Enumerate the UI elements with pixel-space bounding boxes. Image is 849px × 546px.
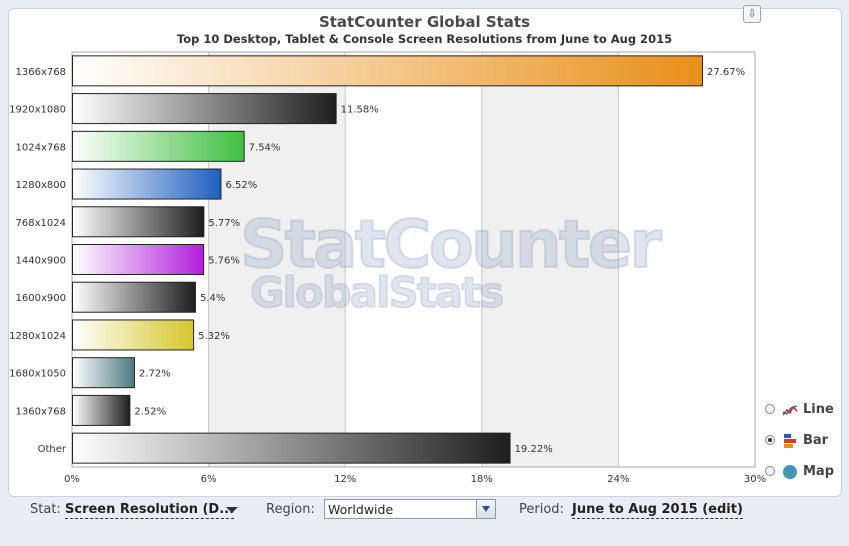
region-chevron-down-icon[interactable] (476, 500, 495, 518)
bar[interactable] (72, 357, 135, 389)
bar[interactable] (72, 55, 703, 87)
stat-dropdown[interactable]: Screen Resolution (D... (65, 502, 235, 519)
region-select[interactable]: Worldwide (324, 499, 496, 519)
period-edit-link[interactable]: June to Aug 2015 (edit) (572, 502, 743, 519)
bar-value-label: 5.76% (208, 256, 240, 267)
globe-icon (783, 465, 797, 479)
bar[interactable] (72, 319, 195, 351)
bar-value-label: 19.22% (515, 444, 553, 455)
y-category-label: 768x1024 (16, 218, 66, 229)
bar-radio[interactable] (765, 435, 775, 445)
x-tick-label: 24% (607, 474, 629, 485)
line-option-label: Line (803, 402, 834, 417)
region-value: Worldwide (328, 502, 394, 517)
bar[interactable] (72, 394, 131, 426)
bar-value-label: 7.54% (249, 142, 281, 153)
stat-label: Stat: (30, 502, 61, 517)
bar-value-label: 6.52% (225, 180, 257, 191)
y-category-label: 1366x768 (16, 67, 66, 78)
x-tick-label: 6% (201, 474, 217, 485)
x-tick-label: 0% (64, 474, 80, 485)
y-category-label: 1360x768 (16, 406, 66, 417)
y-category-label: 1680x1050 (9, 369, 66, 380)
bar-value-label: 5.77% (208, 218, 240, 229)
bar-chart: 0% 6% 12% 18% 24% 30% 1366x768 27.67% 1920x1080 1… (9, 51, 766, 485)
y-category-label: 1440x900 (16, 256, 66, 267)
stats-frame: StatCounter Global Stats Top 10 Desktop,… (0, 0, 849, 546)
bar-value-label: 5.4% (200, 293, 225, 304)
bar-option-label: Bar (803, 433, 829, 448)
bar-value-label: 5.32% (198, 331, 230, 342)
bar[interactable] (72, 206, 205, 238)
y-category-label: 1280x800 (16, 180, 66, 191)
x-tick-label: 12% (334, 474, 356, 485)
y-category-label: 1280x1024 (9, 331, 66, 342)
y-category-label: 1600x900 (16, 293, 66, 304)
x-tick-label: 30% (744, 474, 766, 485)
y-category-label: Other (38, 444, 67, 455)
bar-chart-icon (784, 434, 796, 448)
stat-chevron-down-icon[interactable] (226, 507, 238, 513)
bar[interactable] (72, 281, 196, 313)
map-option-label: Map (803, 464, 835, 479)
bar[interactable] (72, 168, 222, 200)
line-radio[interactable] (765, 404, 775, 414)
bar[interactable] (72, 93, 337, 125)
controls-bar: Stat: Screen Resolution (D... Region: Wo… (8, 496, 840, 526)
bar[interactable] (72, 432, 511, 464)
line-chart-icon (782, 405, 798, 416)
bar[interactable] (72, 130, 245, 162)
bar-value-label: 11.58% (341, 105, 379, 116)
bar-value-label: 27.67% (707, 67, 745, 78)
y-category-label: 1920x1080 (9, 105, 66, 116)
period-label: Period: (519, 502, 564, 517)
bar[interactable] (72, 244, 205, 275)
x-tick-label: 18% (471, 474, 493, 485)
bar-value-label: 2.52% (134, 406, 166, 417)
bar-value-label: 2.72% (139, 369, 171, 380)
y-category-label: 1024x768 (16, 142, 66, 153)
region-label: Region: (266, 502, 315, 517)
map-radio[interactable] (765, 466, 775, 476)
grid-band (481, 52, 619, 467)
